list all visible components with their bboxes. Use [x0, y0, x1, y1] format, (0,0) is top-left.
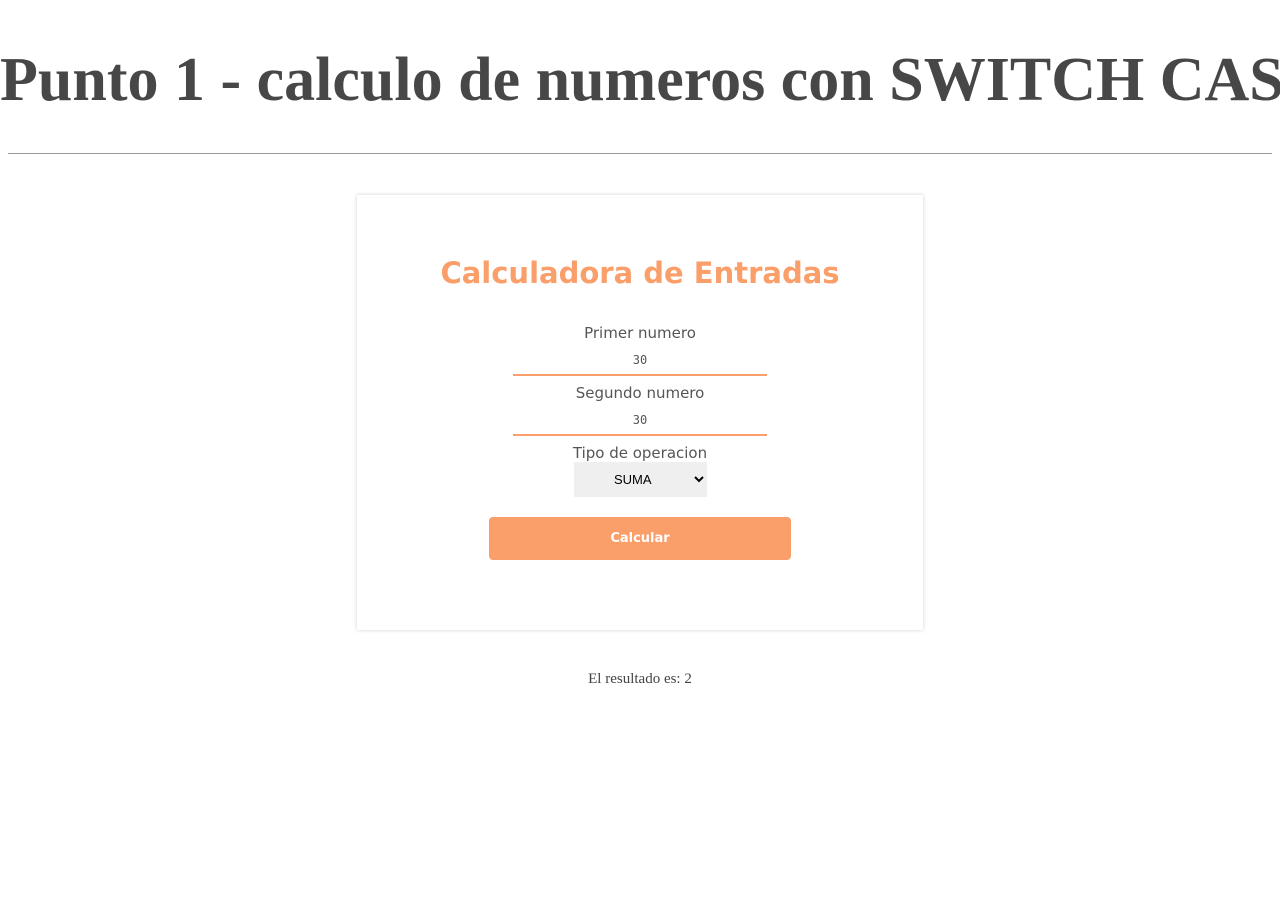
header-divider — [8, 153, 1272, 154]
operation-label: Tipo de operacion — [572, 444, 708, 462]
second-number-input[interactable] — [513, 406, 767, 436]
calculator-title: Calculadora de Entradas — [440, 256, 840, 290]
operation-select[interactable]: SUMA — [574, 462, 707, 497]
first-number-input[interactable] — [513, 346, 767, 376]
result-text: El resultado es: 2 — [588, 671, 692, 687]
calculate-button[interactable]: Calcular — [489, 517, 791, 560]
first-number-label: Primer numero — [584, 324, 696, 342]
page-title: Punto 1 - calculo de numeros con SWITCH … — [0, 46, 1280, 114]
calculator-card: Calculadora de Entradas Primer numero Se… — [357, 195, 923, 630]
second-number-label: Segundo numero — [575, 384, 705, 402]
